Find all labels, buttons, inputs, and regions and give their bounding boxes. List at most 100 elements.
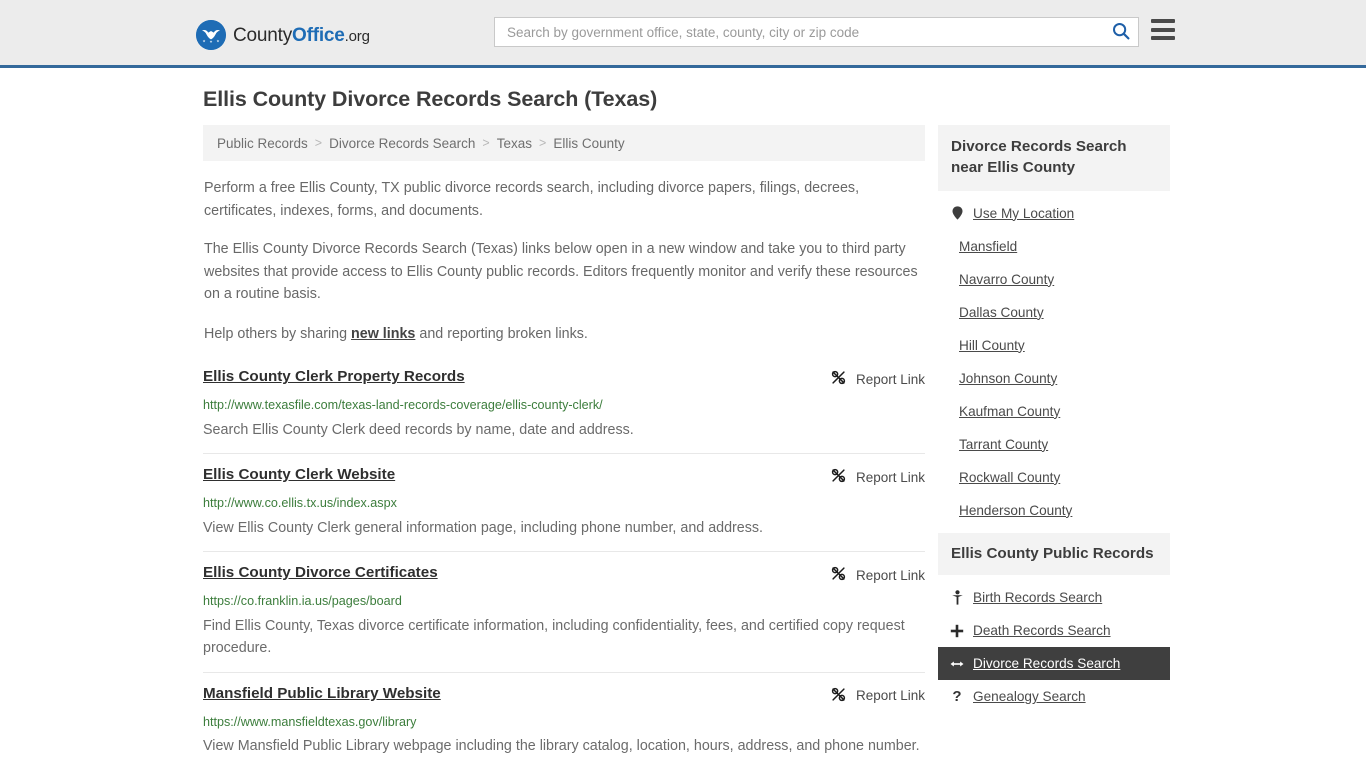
eagle-stars-icon: [196, 20, 226, 50]
result-title-link[interactable]: Ellis County Divorce Certificates: [203, 564, 438, 582]
nearby-list-item[interactable]: Kaufman County: [938, 395, 1170, 428]
result-url[interactable]: http://www.texasfile.com/texas-land-reco…: [203, 397, 925, 413]
question-mark-icon: ?: [952, 688, 962, 706]
cross-icon: [950, 624, 964, 638]
nearby-list-item-label[interactable]: Johnson County: [959, 371, 1057, 386]
result-item: Mansfield Public Library Website Report L…: [203, 685, 925, 768]
nearby-list-item[interactable]: Navarro County: [938, 263, 1170, 296]
nearby-list-item-label[interactable]: Rockwall County: [959, 470, 1060, 485]
map-pin-icon: [950, 206, 964, 220]
nearby-list-item[interactable]: Johnson County: [938, 362, 1170, 395]
result-header: Mansfield Public Library Website Report L…: [203, 685, 925, 706]
intro-paragraph-1: Perform a free Ellis County, TX public d…: [204, 180, 860, 219]
broken-link-icon: [830, 565, 847, 585]
intro-share-line: Help others by sharing new links and rep…: [204, 306, 924, 346]
result-title-link[interactable]: Ellis County Clerk Property Records: [203, 368, 465, 386]
public-records-list: Birth Records Search Death Records Search…: [938, 575, 1170, 713]
public-records-heading: Ellis County Public Records: [938, 532, 1170, 576]
nearby-list-item[interactable]: Rockwall County: [938, 461, 1170, 494]
result-description: Find Ellis County, Texas divorce certifi…: [203, 617, 905, 657]
search-input[interactable]: [495, 18, 1104, 46]
nearby-searches-panel: Divorce Records Search near Ellis County…: [938, 125, 1170, 527]
hamburger-bar-1: [1151, 19, 1175, 23]
result-item: Ellis County Divorce Certificates Report …: [203, 564, 925, 673]
result-title-link[interactable]: Mansfield Public Library Website: [203, 685, 441, 703]
report-link-label: Report Link: [855, 371, 925, 387]
breadcrumb-item-0[interactable]: Public Records: [217, 136, 308, 151]
public-records-panel: Ellis County Public Records Birth Record…: [938, 532, 1170, 714]
report-link-label: Report Link: [855, 567, 925, 583]
public-records-item-label[interactable]: Genealogy Search: [973, 689, 1086, 704]
breadcrumb: Public Records > Divorce Records Search …: [203, 125, 925, 161]
search-button[interactable]: [1104, 18, 1138, 46]
broken-link-icon: [830, 369, 847, 389]
breadcrumb-item-1[interactable]: Divorce Records Search: [329, 136, 475, 151]
public-records-item[interactable]: ? Genealogy Search: [938, 680, 1170, 713]
public-records-item[interactable]: Death Records Search: [938, 614, 1170, 647]
nearby-list-item-label[interactable]: Kaufman County: [959, 404, 1060, 419]
report-link-button[interactable]: Report Link: [830, 686, 925, 706]
nearby-list-item-label[interactable]: Mansfield: [959, 239, 1017, 254]
result-title-link[interactable]: Ellis County Clerk Website: [203, 466, 395, 484]
report-link-label: Report Link: [855, 688, 925, 704]
hamburger-bar-2: [1151, 27, 1175, 32]
result-url[interactable]: https://www.mansfieldtexas.gov/library: [203, 714, 925, 730]
public-records-item-label[interactable]: Death Records Search: [973, 623, 1111, 638]
nearby-list-item-label[interactable]: Navarro County: [959, 272, 1054, 287]
logo-text-county: County: [233, 24, 293, 46]
nearby-list-item[interactable]: Tarrant County: [938, 428, 1170, 461]
report-link-button[interactable]: Report Link: [830, 467, 925, 487]
intro-paragraph-2: The Ellis County Divorce Records Search …: [204, 241, 918, 303]
report-link-button[interactable]: Report Link: [830, 369, 925, 389]
results-list: Ellis County Clerk Property Records Repor…: [203, 368, 925, 768]
report-link-label: Report Link: [855, 469, 925, 485]
nearby-list-item-label[interactable]: Use My Location: [973, 206, 1074, 221]
search-icon: [1112, 22, 1130, 43]
nearby-list-item[interactable]: Henderson County: [938, 494, 1170, 527]
intro-text: Perform a free Ellis County, TX public d…: [203, 161, 925, 345]
nearby-list-item-label[interactable]: Henderson County: [959, 503, 1072, 518]
nearby-list-item[interactable]: Hill County: [938, 329, 1170, 362]
result-url[interactable]: https://co.franklin.ia.us/pages/board: [203, 593, 925, 609]
breadcrumb-item-2[interactable]: Texas: [497, 136, 532, 151]
result-header: Ellis County Divorce Certificates Report …: [203, 564, 925, 585]
public-records-item[interactable]: Divorce Records Search: [938, 647, 1170, 681]
left-right-arrow-icon: [950, 658, 964, 670]
result-description: Search Ellis County Clerk deed records b…: [203, 421, 634, 438]
baby-icon: [950, 590, 964, 606]
logo-wordmark: CountyOffice.org: [233, 26, 370, 45]
result-url[interactable]: http://www.co.ellis.tx.us/index.aspx: [203, 495, 925, 511]
nearby-list-item[interactable]: Dallas County: [938, 296, 1170, 329]
public-records-item[interactable]: Birth Records Search: [938, 581, 1170, 614]
result-description: View Mansfield Public Library webpage in…: [203, 738, 920, 755]
nearby-searches-heading: Divorce Records Search near Ellis County: [938, 125, 1170, 191]
site-logo[interactable]: CountyOffice.org: [196, 20, 370, 50]
public-records-item-label[interactable]: Divorce Records Search: [973, 656, 1120, 671]
breadcrumb-item-3[interactable]: Ellis County: [553, 136, 624, 151]
page-title: Ellis County Divorce Records Search (Tex…: [203, 87, 658, 111]
result-header: Ellis County Clerk Property Records Repor…: [203, 368, 925, 389]
logo-text-org: .org: [344, 27, 370, 45]
result-header: Ellis County Clerk Website Report Link: [203, 466, 925, 487]
site-header: CountyOffice.org: [0, 0, 1366, 68]
nearby-list-item-label[interactable]: Hill County: [959, 338, 1025, 353]
nearby-searches-list: Use My Location Mansfield Navarro County Da…: [938, 191, 1170, 527]
report-link-button[interactable]: Report Link: [830, 565, 925, 585]
nearby-list-item-label[interactable]: Dallas County: [959, 305, 1044, 320]
share-suffix: and reporting broken links.: [415, 325, 588, 342]
public-records-item-label[interactable]: Birth Records Search: [973, 590, 1102, 605]
nearby-list-item[interactable]: Use My Location: [938, 197, 1170, 230]
breadcrumb-separator: >: [482, 136, 490, 150]
result-item: Ellis County Clerk Property Records Repor…: [203, 368, 925, 455]
broken-link-icon: [830, 467, 847, 487]
hamburger-bar-3: [1151, 36, 1175, 40]
search-bar[interactable]: [494, 17, 1139, 47]
result-description: View Ellis County Clerk general informat…: [203, 519, 764, 536]
hamburger-menu-icon[interactable]: [1151, 19, 1175, 40]
breadcrumb-separator: >: [539, 136, 547, 150]
logo-text-office: Office: [292, 24, 345, 46]
nearby-list-item[interactable]: Mansfield: [938, 230, 1170, 263]
sidebar: Divorce Records Search near Ellis County…: [938, 125, 1170, 719]
new-links-link[interactable]: new links: [351, 326, 415, 342]
nearby-list-item-label[interactable]: Tarrant County: [959, 437, 1048, 452]
